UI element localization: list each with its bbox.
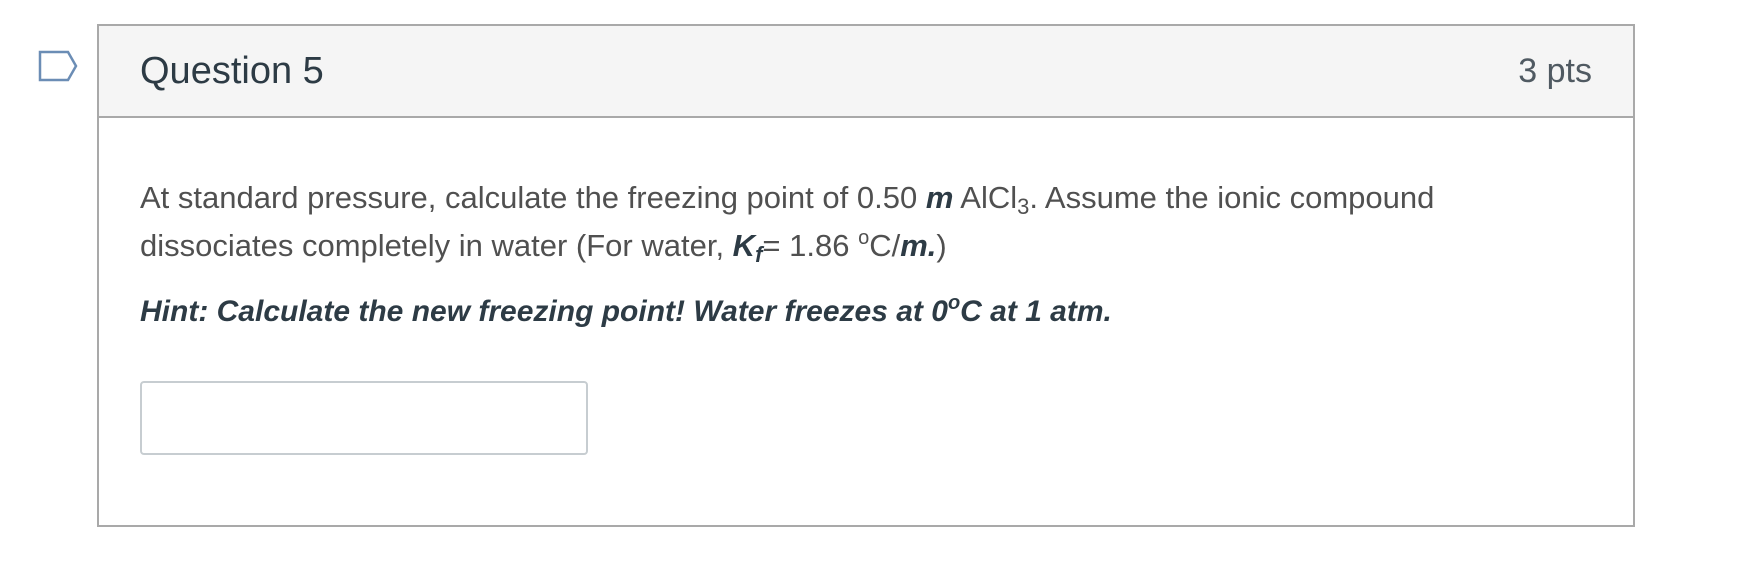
question-body: At standard pressure, calculate the free… xyxy=(99,118,1633,455)
question-card: Question 5 3 pts At standard pressure, c… xyxy=(97,24,1635,527)
molality-symbol: m xyxy=(925,180,954,215)
question-text: At standard pressure, calculate the free… xyxy=(140,180,1435,267)
question-header: Question 5 3 pts xyxy=(99,26,1633,118)
question-title: Question 5 xyxy=(140,49,324,92)
question-points: 3 pts xyxy=(1518,51,1592,90)
answer-input[interactable] xyxy=(140,381,588,455)
kf-symbol: Kf xyxy=(732,228,763,267)
hint-text: Hint: Calculate the new freezing point! … xyxy=(140,292,1112,328)
flag-question-icon[interactable] xyxy=(38,50,80,84)
